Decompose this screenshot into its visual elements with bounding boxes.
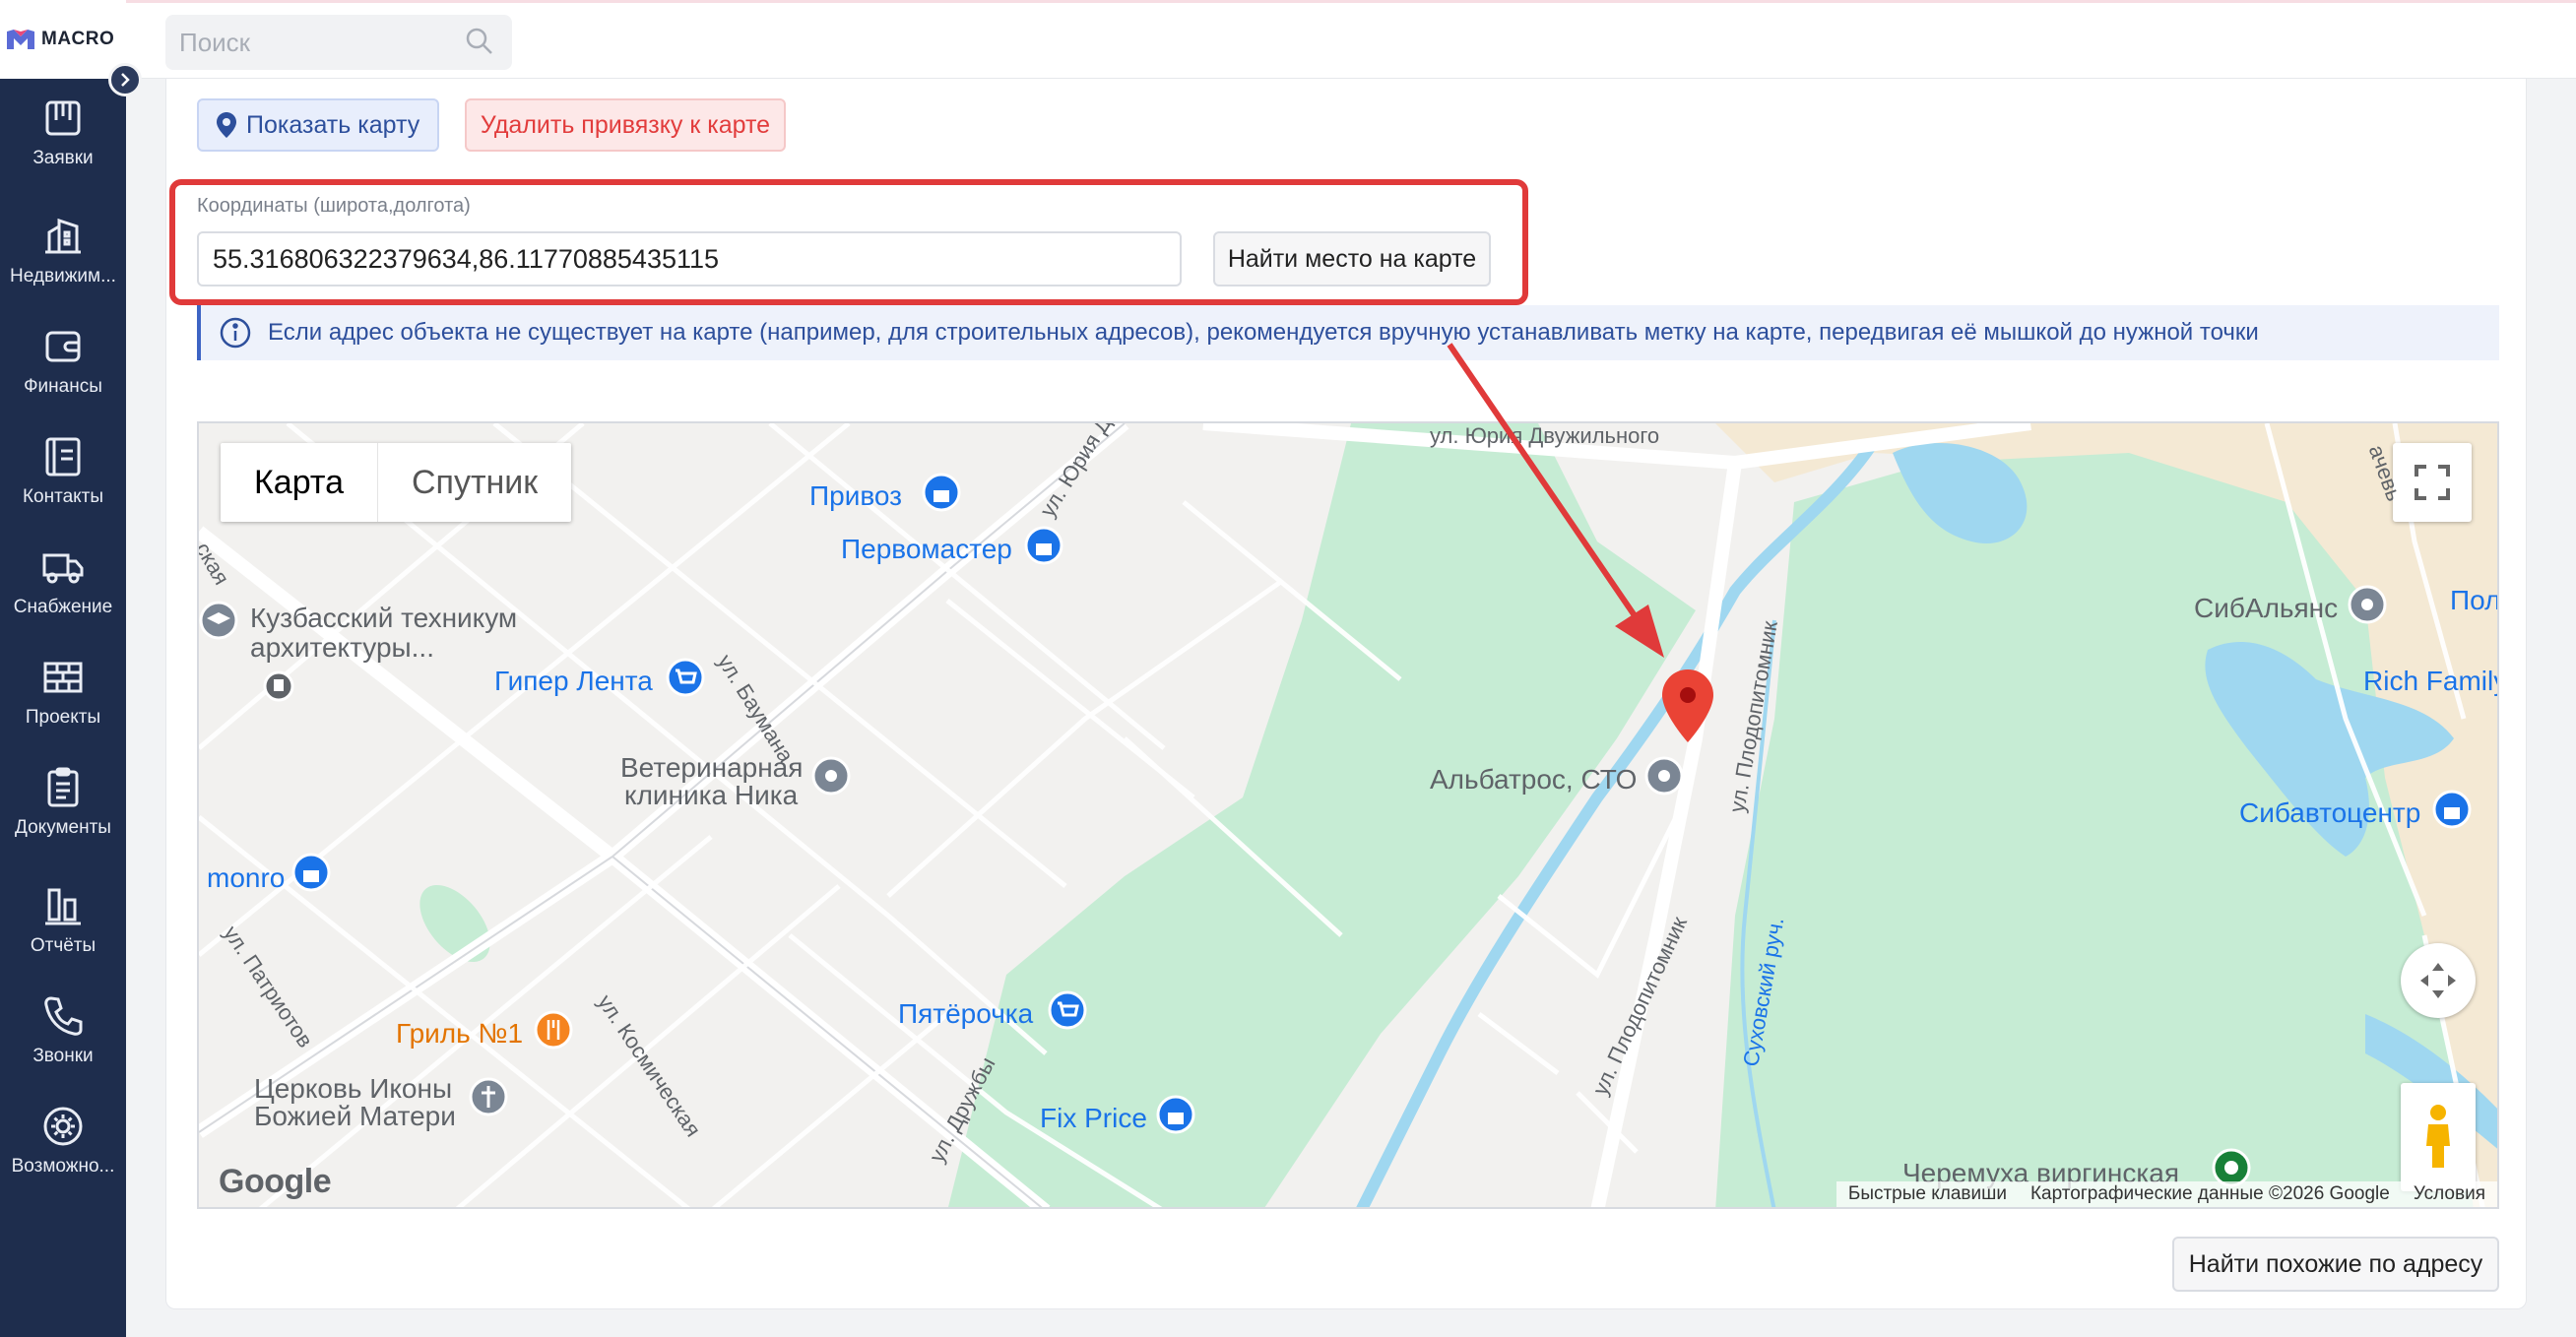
tab-map[interactable]: Карта — [221, 443, 378, 522]
sidebar-item-finance[interactable]: Финансы — [0, 325, 126, 423]
sidebar-item-projects[interactable]: Проекты — [0, 656, 126, 754]
move-arrows-icon — [2420, 963, 2456, 998]
poi-privoz[interactable]: Привоз — [809, 480, 902, 512]
phone-icon — [44, 996, 83, 1036]
map-view[interactable]: Карта Спутник Привоз Первомастер Кузбасс… — [197, 421, 2499, 1209]
shopping-bag-icon — [922, 473, 961, 512]
bar-chart-icon — [45, 888, 81, 925]
chevron-right-icon — [121, 73, 130, 87]
brick-wall-icon — [43, 662, 83, 693]
poi-gril-1[interactable]: Гриль №1 — [396, 1018, 523, 1050]
info-icon — [220, 317, 251, 349]
restaurant-icon — [534, 1010, 573, 1050]
sidebar-item-label: Финансы — [24, 376, 102, 397]
truck-icon — [42, 553, 84, 584]
shopping-cart-icon — [666, 658, 705, 697]
sidebar-item-features[interactable]: Возможно... — [0, 1105, 126, 1203]
shopping-cart-icon — [1048, 990, 1087, 1030]
church-icon — [469, 1077, 508, 1116]
poi-albatros[interactable]: Альбатрос, СТО — [1430, 764, 1637, 796]
sidebar-item-realty[interactable]: Недвижим... — [0, 215, 126, 313]
map-data-text: Картографические данные ©2026 Google — [2029, 1183, 2390, 1204]
find-similar-button[interactable]: Найти похожие по адресу — [2172, 1237, 2499, 1292]
fullscreen-icon — [2415, 465, 2450, 500]
sidebar-item-label: Контакты — [22, 486, 104, 507]
clipboard-icon — [47, 767, 79, 807]
sidebar-item-label: Отчёты — [30, 935, 97, 956]
sidebar-item-documents[interactable]: Документы — [0, 766, 126, 864]
search-input[interactable] — [179, 27, 455, 58]
sidebar-item-label: Снабжение — [13, 597, 113, 617]
sidebar-item-label: Заявки — [32, 148, 94, 168]
tab-satellite[interactable]: Спутник — [378, 443, 571, 522]
sidebar: MACRO Заявки Недвижим... Финансы Контакт… — [0, 0, 126, 1337]
search-icon[interactable] — [465, 27, 494, 56]
bus-stop-icon — [263, 670, 294, 702]
poi-pyaterochka[interactable]: Пятёрочка — [898, 998, 1033, 1030]
annotation-highlight-box — [169, 179, 1528, 305]
place-marker-icon — [811, 756, 851, 796]
contacts-icon — [45, 437, 81, 477]
info-banner: Если адрес объекта не существует на карт… — [197, 305, 2499, 360]
poi-monro[interactable]: monro — [207, 862, 285, 894]
street-label: ул. Юрия Двужильного — [1430, 423, 1660, 448]
wallet-icon — [45, 331, 81, 362]
topbar — [126, 0, 2576, 79]
fullscreen-button[interactable] — [2393, 443, 2472, 522]
sidebar-collapse-button[interactable] — [108, 63, 142, 96]
place-marker-icon — [2348, 585, 2387, 624]
google-logo: Google — [219, 1163, 332, 1200]
search-box — [165, 15, 512, 70]
sidebar-item-contacts[interactable]: Контакты — [0, 435, 126, 534]
sidebar-item-supply[interactable]: Снабжение — [0, 545, 126, 644]
keyboard-shortcuts-link[interactable]: Быстрые клавиши — [1836, 1183, 2019, 1205]
shopping-bag-icon — [2432, 790, 2472, 829]
shopping-bag-icon — [1156, 1095, 1195, 1134]
sidebar-item-calls[interactable]: Звонки — [0, 994, 126, 1093]
logo-text: MACRO — [41, 29, 115, 49]
poi-pol[interactable]: Пол — [2450, 585, 2497, 616]
sidebar-item-requests[interactable]: Заявки — [0, 96, 126, 195]
street-view-button[interactable] — [2401, 1083, 2476, 1191]
sidebar-item-label: Звонки — [32, 1046, 94, 1066]
find-similar-label: Найти похожие по адресу — [2188, 1249, 2483, 1278]
logo-icon — [7, 30, 34, 49]
poi-sibalyans[interactable]: СибАльянс — [2194, 593, 2338, 624]
place-marker-icon — [1644, 756, 1684, 796]
camera-control-button[interactable] — [2401, 943, 2476, 1018]
sidebar-item-label: Возможно... — [11, 1156, 115, 1177]
info-text: Если адрес объекта не существует на карт… — [268, 319, 2259, 346]
poi-rich-family[interactable]: Rich Family — [2363, 666, 2497, 697]
unlink-map-label: Удалить привязку к карте — [480, 110, 771, 139]
school-icon — [199, 601, 238, 640]
poi-vet-clinic-2[interactable]: клиника Ника — [624, 780, 798, 811]
shopping-bag-icon — [1024, 526, 1063, 565]
sidebar-item-label: Документы — [15, 817, 111, 838]
shopping-bag-icon — [291, 853, 331, 892]
unlink-map-button[interactable]: Удалить привязку к карте — [465, 98, 786, 152]
poi-pervomaster[interactable]: Первомастер — [841, 534, 1012, 565]
map-type-tabs: Карта Спутник — [221, 443, 572, 522]
sidebar-item-reports[interactable]: Отчёты — [0, 884, 126, 983]
poi-church-2[interactable]: Божией Матери — [254, 1101, 456, 1132]
sidebar-item-label: Проекты — [25, 707, 101, 728]
requests-icon — [45, 100, 81, 136]
show-map-label: Показать карту — [246, 110, 420, 139]
logo[interactable]: MACRO — [0, 0, 126, 79]
pegman-icon — [2426, 1105, 2450, 1168]
terms-link[interactable]: Условия — [2402, 1183, 2497, 1205]
poi-sibavtocentr[interactable]: Сибавтоцентр — [2239, 797, 2420, 829]
gear-icon — [43, 1107, 83, 1146]
poi-kuzbass-technikum-2[interactable]: архитектуры... — [250, 632, 434, 664]
poi-kuzbass-technikum[interactable]: Кузбасский техникум — [250, 603, 517, 634]
poi-giper-lenta[interactable]: Гипер Лента — [494, 666, 653, 697]
sidebar-item-label: Недвижим... — [10, 266, 116, 286]
map-base-layer — [199, 423, 2497, 1207]
location-pin-icon[interactable] — [1662, 669, 1713, 742]
map-attribution: Быстрые клавиши Картографические данные … — [1835, 1181, 2497, 1207]
building-icon — [45, 218, 81, 254]
show-map-button[interactable]: Показать карту — [197, 98, 439, 152]
poi-fix-price[interactable]: Fix Price — [1040, 1103, 1147, 1134]
map-pin-icon — [217, 112, 236, 138]
